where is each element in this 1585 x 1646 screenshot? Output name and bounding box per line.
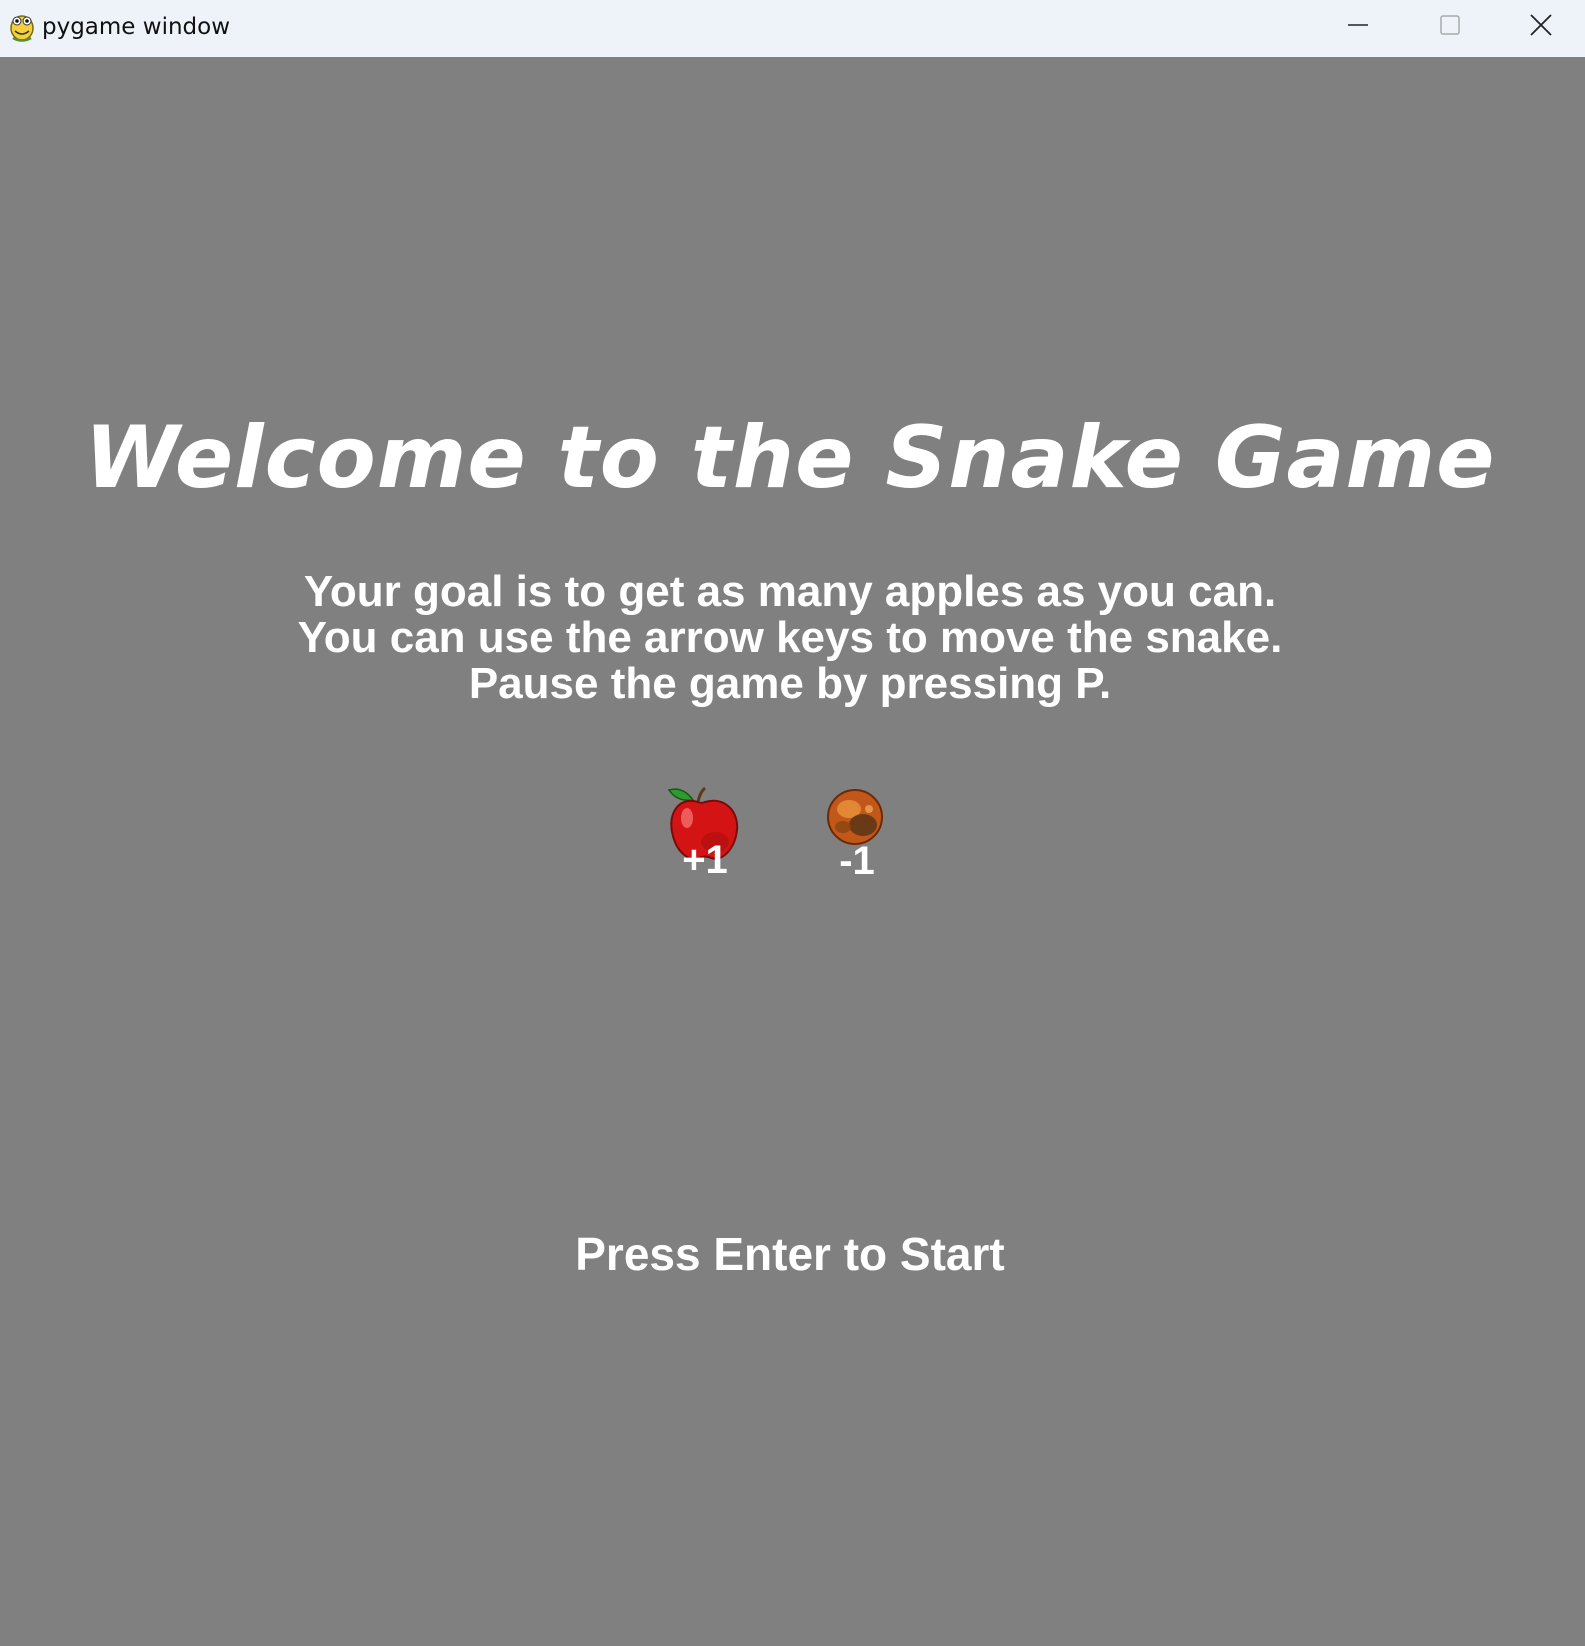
apple-points-label: +1 [682,838,728,882]
instructions: Your goal is to get as many apples as yo… [0,569,1580,707]
close-icon [1529,14,1552,36]
maximize-icon [1440,15,1460,35]
pygame-window: pygame window Welcome to the Snake Game … [0,0,1585,1646]
instruction-line: You can use the arrow keys to move the s… [297,613,1283,662]
close-button[interactable] [1496,0,1585,50]
instruction-line: Your goal is to get as many apples as yo… [303,567,1277,616]
game-canvas[interactable]: Welcome to the Snake Game Your goal is t… [0,57,1585,1646]
rotten-apple-item: -1 [825,787,915,887]
title-bar[interactable]: pygame window [0,0,1585,57]
rotten-apple-points-label: -1 [839,839,875,883]
instruction-line: Pause the game by pressing P. [468,659,1112,708]
minimize-button[interactable] [1312,0,1404,50]
window-title: pygame window [42,14,231,40]
welcome-title: Welcome to the Snake Game [84,408,1496,508]
apple-item: +1 [665,782,755,882]
minimize-icon [1348,24,1368,26]
pygame-snake-icon [10,15,34,42]
start-prompt: Press Enter to Start [575,1228,1005,1280]
maximize-button[interactable] [1404,0,1496,50]
